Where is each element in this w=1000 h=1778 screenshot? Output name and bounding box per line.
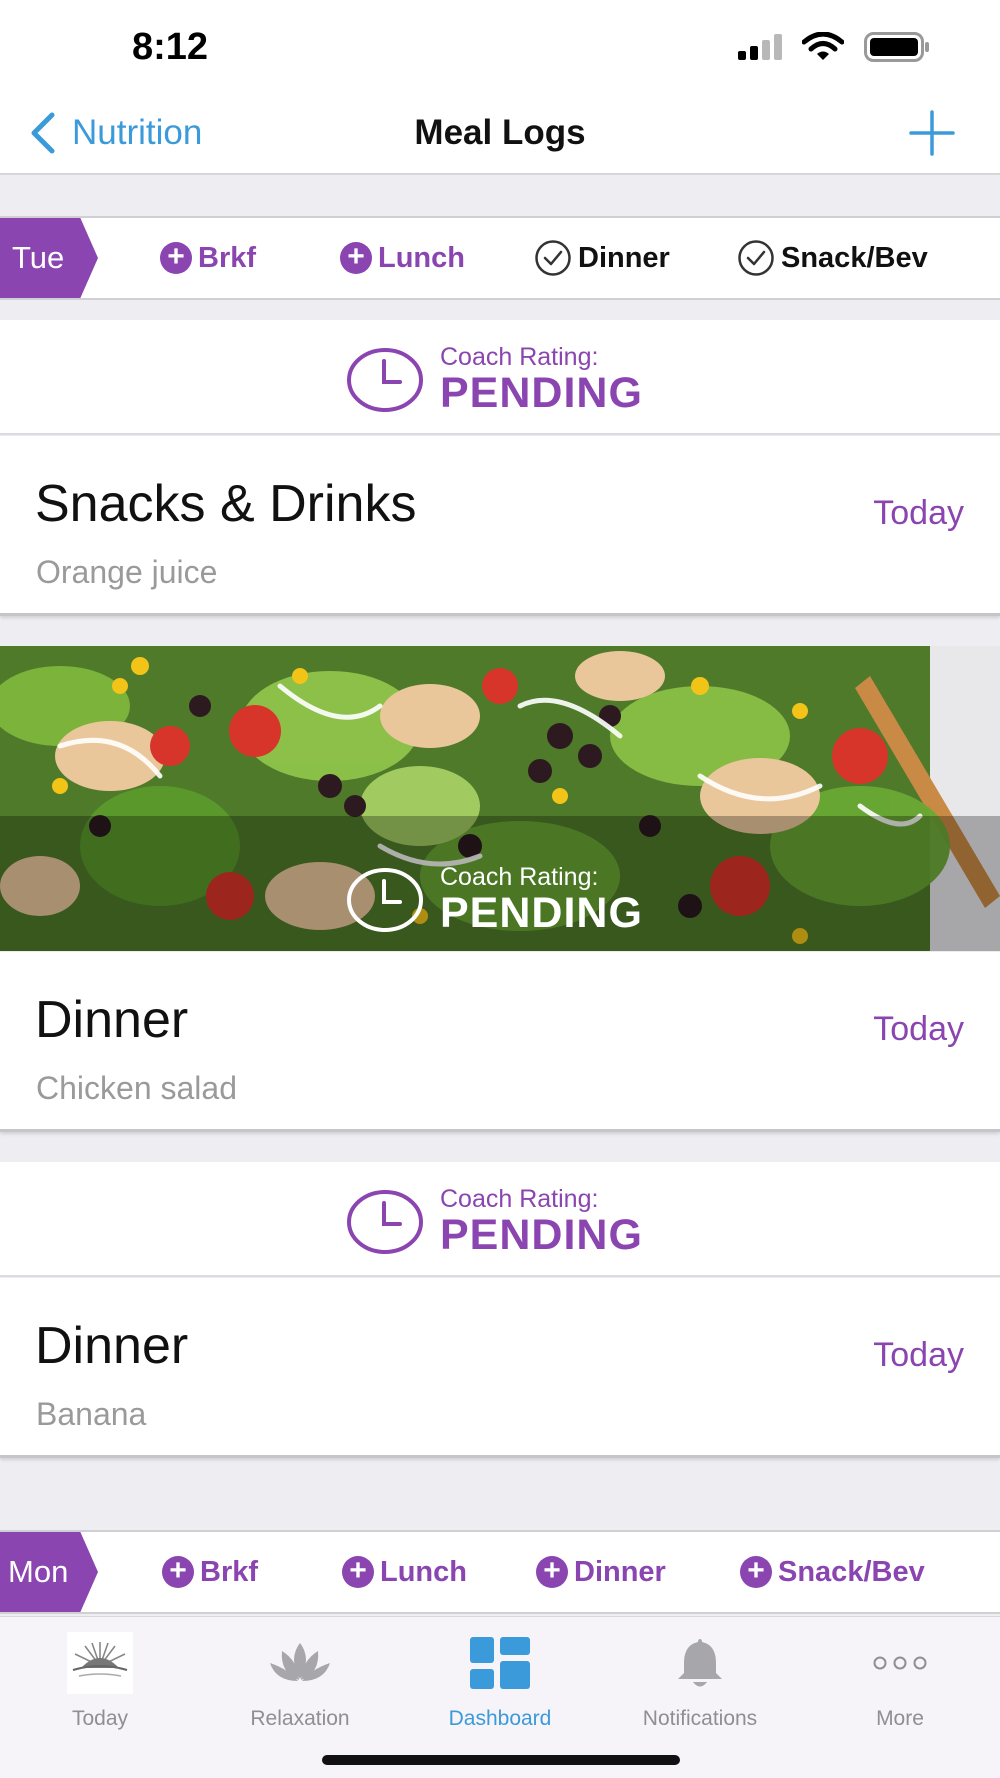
page-title: Meal Logs bbox=[414, 113, 586, 152]
entry-date: Today bbox=[873, 1336, 964, 1374]
tab-notifications[interactable]: Notifications bbox=[620, 1631, 780, 1731]
check-circle-icon bbox=[738, 240, 774, 276]
chip-label: Brkf bbox=[200, 1555, 259, 1588]
chip-label: Brkf bbox=[198, 241, 257, 274]
entry-title: Dinner bbox=[35, 991, 189, 1049]
add-meal-button[interactable] bbox=[908, 109, 956, 162]
day-tag: Mon bbox=[0, 1532, 98, 1612]
bell-icon bbox=[678, 1639, 722, 1687]
rating-value: PENDING bbox=[440, 369, 643, 417]
home-indicator bbox=[322, 1755, 680, 1765]
chip-label: Lunch bbox=[380, 1555, 467, 1588]
add-snack-chip[interactable]: + Snack/Bev bbox=[740, 1554, 925, 1590]
tab-bar: Today Relaxation Dashboard Notifications… bbox=[0, 1616, 1000, 1778]
plus-circle-icon: + bbox=[342, 1556, 374, 1588]
coach-rating-box: Coach Rating: PENDING bbox=[0, 320, 1000, 435]
snack-logged-chip[interactable]: Snack/Bev bbox=[737, 240, 928, 276]
tab-label: Notifications bbox=[642, 1707, 758, 1730]
plus-circle-icon: + bbox=[340, 242, 372, 274]
nav-bar: Nutrition Meal Logs bbox=[0, 95, 1000, 175]
coach-rating: Coach Rating: PENDING bbox=[346, 864, 643, 936]
tab-label: More bbox=[876, 1707, 924, 1730]
rating-value: PENDING bbox=[440, 1211, 643, 1259]
add-breakfast-chip[interactable]: + Brkf bbox=[160, 240, 256, 276]
more-dots-icon bbox=[873, 1656, 927, 1670]
entry-date: Today bbox=[873, 1010, 964, 1048]
entry-title: Dinner bbox=[35, 1317, 189, 1375]
day-tag: Tue bbox=[0, 218, 98, 298]
sunrise-icon bbox=[67, 1632, 133, 1694]
rating-value: PENDING bbox=[440, 889, 643, 937]
tab-more[interactable]: More bbox=[820, 1631, 980, 1731]
wifi-icon bbox=[802, 32, 844, 60]
meal-log-entry[interactable]: Snacks & Drinks Today Orange juice bbox=[0, 436, 1000, 616]
day-bar-mon: Mon + Brkf + Lunch + Dinner + Snack/Bev bbox=[0, 1530, 1000, 1614]
tab-relaxation[interactable]: Relaxation bbox=[220, 1631, 380, 1731]
entry-description: Orange juice bbox=[36, 554, 218, 590]
clock-icon bbox=[347, 348, 423, 412]
rating-label: Coach Rating: bbox=[440, 863, 599, 891]
chip-label: Dinner bbox=[578, 241, 670, 274]
status-time: 8:12 bbox=[132, 26, 209, 68]
plus-circle-icon: + bbox=[740, 1556, 772, 1588]
tab-label: Dashboard bbox=[448, 1707, 552, 1730]
entry-description: Banana bbox=[36, 1396, 147, 1432]
tab-label: Relaxation bbox=[250, 1707, 350, 1730]
meal-photo[interactable]: Coach Rating: PENDING bbox=[0, 646, 1000, 951]
tab-dashboard[interactable]: Dashboard bbox=[420, 1631, 580, 1731]
dashboard-grid-icon bbox=[470, 1637, 530, 1689]
entry-date: Today bbox=[873, 494, 964, 532]
meal-log-entry[interactable]: Dinner Today Banana bbox=[0, 1278, 1000, 1458]
add-dinner-chip[interactable]: + Dinner bbox=[536, 1554, 666, 1590]
chip-label: Dinner bbox=[574, 1555, 666, 1588]
lotus-icon bbox=[270, 1643, 330, 1681]
entry-description: Chicken salad bbox=[36, 1070, 237, 1106]
entry-title: Snacks & Drinks bbox=[35, 475, 417, 533]
clock-icon bbox=[347, 868, 423, 932]
rating-label: Coach Rating: bbox=[440, 1185, 599, 1213]
day-bar-tue: Tue + Brkf + Lunch Dinner Snack/Bev bbox=[0, 216, 1000, 300]
plus-circle-icon: + bbox=[160, 242, 192, 274]
plus-icon bbox=[909, 110, 955, 156]
tab-today[interactable]: Today bbox=[20, 1631, 180, 1731]
status-icons bbox=[738, 32, 930, 62]
clock-icon bbox=[347, 1190, 423, 1254]
check-circle-icon bbox=[535, 240, 571, 276]
rating-label: Coach Rating: bbox=[440, 343, 599, 371]
status-bar: 8:12 bbox=[0, 0, 1000, 95]
coach-rating: Coach Rating: PENDING bbox=[346, 1186, 643, 1258]
chip-label: Lunch bbox=[378, 241, 465, 274]
meal-log-entry[interactable]: Dinner Today Chicken salad bbox=[0, 952, 1000, 1132]
coach-rating: Coach Rating: PENDING bbox=[346, 344, 643, 416]
chip-label: Snack/Bev bbox=[781, 241, 928, 274]
battery-icon bbox=[864, 32, 929, 62]
add-lunch-chip[interactable]: + Lunch bbox=[342, 1554, 467, 1590]
add-lunch-chip[interactable]: + Lunch bbox=[340, 240, 465, 276]
chip-label: Snack/Bev bbox=[778, 1555, 925, 1588]
dinner-logged-chip[interactable]: Dinner bbox=[534, 240, 670, 276]
signal-icon bbox=[738, 34, 782, 60]
tab-label: Today bbox=[71, 1707, 129, 1730]
coach-rating-box: Coach Rating: PENDING bbox=[0, 1162, 1000, 1277]
plus-circle-icon: + bbox=[536, 1556, 568, 1588]
add-breakfast-chip[interactable]: + Brkf bbox=[162, 1554, 258, 1590]
plus-circle-icon: + bbox=[162, 1556, 194, 1588]
